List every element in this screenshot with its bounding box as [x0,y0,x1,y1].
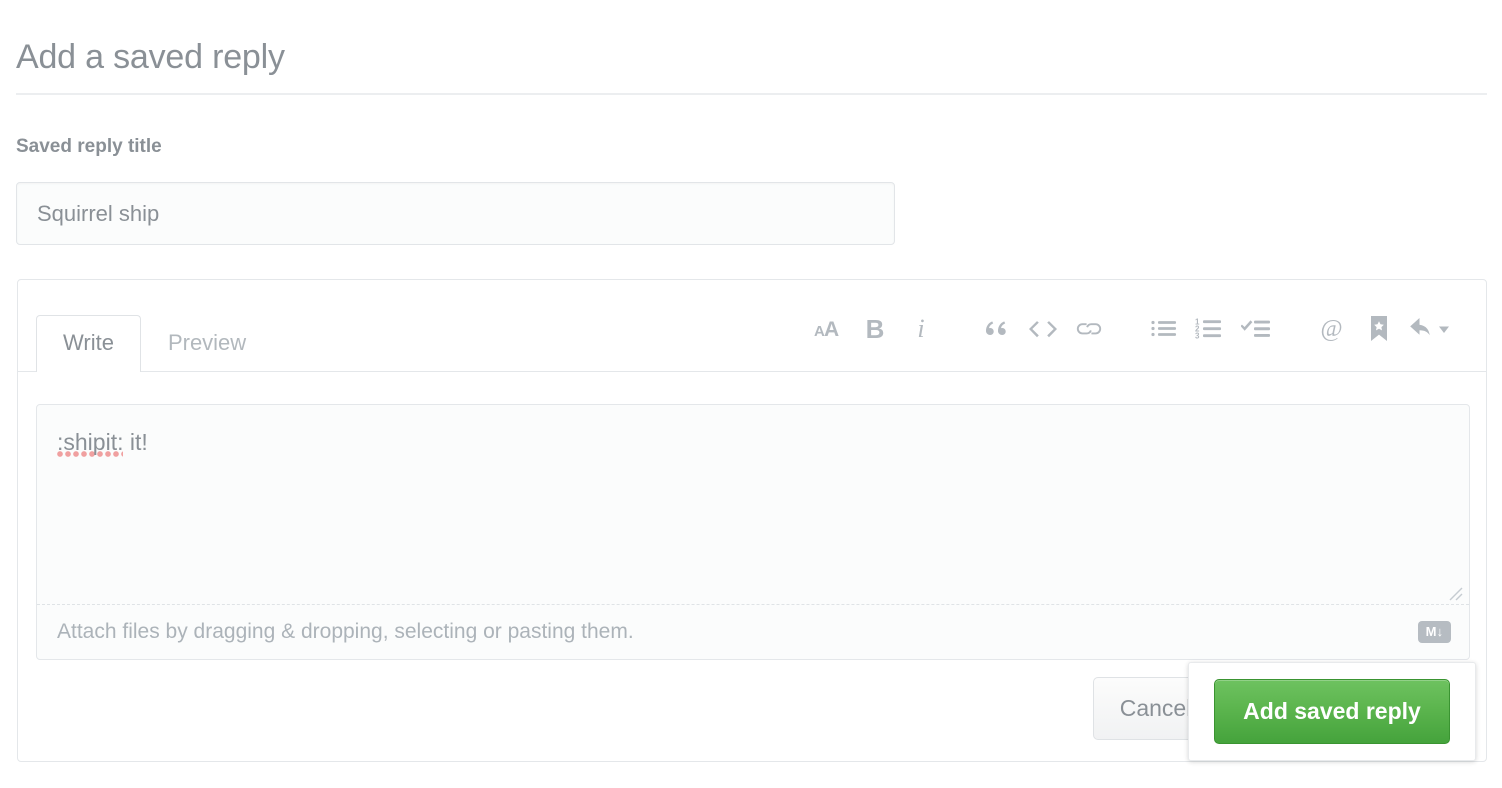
unordered-list-icon[interactable] [1142,306,1188,352]
add-saved-reply-page: Add a saved reply Saved reply title Writ… [0,0,1502,788]
page-title: Add a saved reply [16,37,285,76]
saved-reply-icon[interactable] [1356,306,1402,352]
text-size-icon[interactable]: A A [806,306,852,352]
header-divider [16,93,1487,95]
composer-tabs: Write Preview [36,299,273,373]
svg-text:3: 3 [1195,331,1200,340]
toolbar-group-blocks [974,306,1112,352]
attach-files-note: Attach files by dragging & dropping, sel… [57,619,634,643]
toolbar-group-text: A A B i [806,306,944,352]
markdown-icon[interactable]: M↓ [1418,620,1451,643]
comment-box: :shipit: it! Attach files by dragging & … [36,404,1470,660]
comment-text-misspelled: :shipit: [57,429,124,458]
comment-textarea[interactable]: :shipit: it! [37,405,1469,605]
ordered-list-icon[interactable]: 1 2 3 [1188,306,1234,352]
tab-write[interactable]: Write [36,315,141,373]
svg-text:A: A [824,318,839,341]
tab-preview[interactable]: Preview [141,315,273,372]
add-saved-reply-highlight: Add saved reply [1188,662,1476,761]
link-icon[interactable] [1066,306,1112,352]
mention-icon[interactable]: @ [1310,306,1356,352]
composer-tabs-row: Write Preview A A B i 1 2 3 @ [18,280,1486,373]
add-saved-reply-button[interactable]: Add saved reply [1214,679,1450,744]
bold-icon[interactable]: B [852,306,898,352]
svg-text:@: @ [1321,316,1343,342]
markdown-toolbar: A A B i 1 2 3 @ [806,304,1464,354]
task-list-icon[interactable] [1234,306,1280,352]
italic-icon[interactable]: i [898,306,944,352]
comment-footer: Attach files by dragging & dropping, sel… [37,604,1469,659]
saved-reply-title-label: Saved reply title [16,136,162,157]
quote-icon[interactable] [974,306,1020,352]
comment-text-rest: it! [123,429,148,455]
tabs-underline [18,371,1486,372]
toolbar-group-lists: 1 2 3 [1142,306,1280,352]
toolbar-group-extras: @ [1310,306,1464,352]
saved-reply-title-input[interactable] [16,182,895,245]
reply-icon[interactable] [1402,306,1464,352]
textarea-resize-handle[interactable] [1443,581,1463,601]
code-icon[interactable] [1020,306,1066,352]
